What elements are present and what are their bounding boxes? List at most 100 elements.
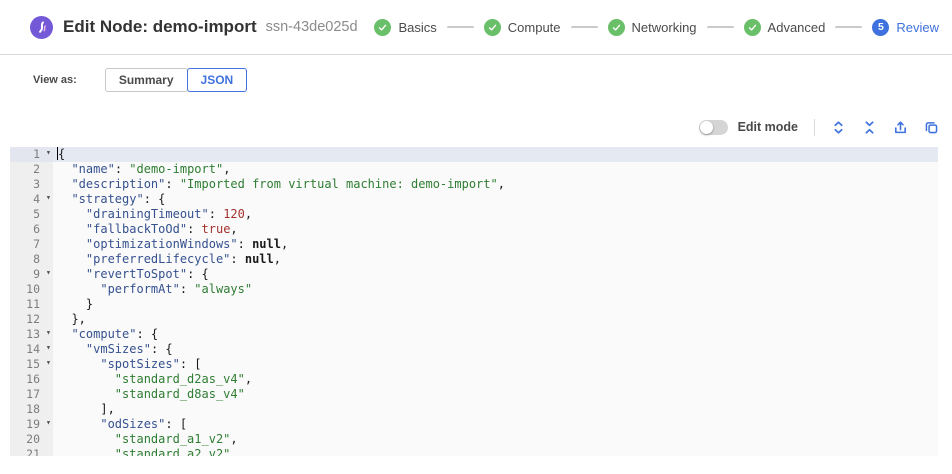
view-as-label: View as:	[33, 74, 77, 86]
code-line: 1▾{	[10, 147, 938, 162]
editor-toolbar: Edit mode	[0, 117, 952, 137]
code-line: 17 "standard_d8as_v4"	[10, 387, 938, 402]
line-number: 18	[10, 402, 53, 417]
expand-all-icon[interactable]	[830, 119, 846, 135]
code-content[interactable]: "optimizationWindows": null,	[53, 237, 938, 252]
code-content[interactable]: "revertToSpot": {	[53, 267, 938, 282]
step-review[interactable]: 5 Review	[872, 19, 939, 36]
code-line: 21 "standard_a2_v2"	[10, 447, 938, 456]
line-number: 6	[10, 222, 53, 237]
code-line: 7 "optimizationWindows": null,	[10, 237, 938, 252]
spot-logo-icon	[30, 16, 53, 39]
code-content[interactable]: "strategy": {	[53, 192, 938, 207]
step-label: Networking	[632, 20, 697, 35]
code-content[interactable]: "standard_a2_v2"	[53, 447, 938, 456]
step-basics[interactable]: Basics	[374, 19, 436, 36]
code-content[interactable]: "name": "demo-import",	[53, 162, 938, 177]
code-content[interactable]: "compute": {	[53, 327, 938, 342]
step-label: Advanced	[768, 20, 826, 35]
code-content[interactable]: "preferredLifecycle": null,	[53, 252, 938, 267]
toggle-knob	[700, 121, 713, 134]
fold-toggle-icon[interactable]: ▾	[46, 147, 51, 161]
fold-toggle-icon[interactable]: ▾	[46, 326, 51, 341]
line-number: 19▾	[10, 417, 53, 432]
step-connector	[571, 26, 598, 28]
line-number: 5	[10, 207, 53, 222]
code-content[interactable]: "odSizes": [	[53, 417, 938, 432]
code-content[interactable]: "description": "Imported from virtual ma…	[53, 177, 938, 192]
fold-toggle-icon[interactable]: ▾	[46, 341, 51, 356]
step-check-icon	[744, 19, 761, 36]
code-line: 15▾ "spotSizes": [	[10, 357, 938, 372]
view-as-json-button[interactable]: JSON	[187, 68, 248, 92]
line-number: 20	[10, 432, 53, 447]
code-content[interactable]: "fallbackToOd": true,	[53, 222, 938, 237]
toolbar-divider	[814, 119, 815, 136]
fold-toggle-icon[interactable]: ▾	[46, 416, 51, 431]
line-number: 1▾	[10, 147, 53, 162]
code-content[interactable]: "drainingTimeout": 120,	[53, 207, 938, 222]
step-number-badge: 5	[872, 19, 889, 36]
step-advanced[interactable]: Advanced	[744, 19, 826, 36]
code-line: 2 "name": "demo-import",	[10, 162, 938, 177]
line-number: 4▾	[10, 192, 53, 207]
step-networking[interactable]: Networking	[608, 19, 697, 36]
step-compute[interactable]: Compute	[484, 19, 561, 36]
step-connector	[835, 26, 862, 28]
line-number: 15▾	[10, 357, 53, 372]
code-line: 14▾ "vmSizes": {	[10, 342, 938, 357]
code-line: 9▾ "revertToSpot": {	[10, 267, 938, 282]
line-number: 9▾	[10, 267, 53, 282]
code-line: 10 "performAt": "always"	[10, 282, 938, 297]
code-content[interactable]: "performAt": "always"	[53, 282, 938, 297]
stepper: Basics Compute Networking Advanced 5 Review	[374, 19, 939, 36]
line-number: 10	[10, 282, 53, 297]
code-content[interactable]: "vmSizes": {	[53, 342, 938, 357]
code-line: 18 ],	[10, 402, 938, 417]
line-number: 8	[10, 252, 53, 267]
wizard-header: Edit Node: demo-import ssn-43de025d Basi…	[0, 0, 952, 55]
code-content[interactable]: {	[53, 147, 938, 162]
line-number: 2	[10, 162, 53, 177]
line-number: 3	[10, 177, 53, 192]
json-editor[interactable]: 1▾{2 "name": "demo-import",3 "descriptio…	[10, 147, 938, 456]
step-connector	[707, 26, 734, 28]
code-content[interactable]: "standard_d8as_v4"	[53, 387, 938, 402]
code-line: 19▾ "odSizes": [	[10, 417, 938, 432]
code-line: 13▾ "compute": {	[10, 327, 938, 342]
step-check-icon	[374, 19, 391, 36]
code-content[interactable]: }	[53, 297, 938, 312]
code-line: 16 "standard_d2as_v4",	[10, 372, 938, 387]
line-number: 7	[10, 237, 53, 252]
copy-icon[interactable]	[923, 119, 939, 135]
step-check-icon	[484, 19, 501, 36]
code-line: 3 "description": "Imported from virtual …	[10, 177, 938, 192]
line-number: 14▾	[10, 342, 53, 357]
code-content[interactable]: },	[53, 312, 938, 327]
view-as-summary-button[interactable]: Summary	[105, 68, 188, 92]
step-connector	[447, 26, 474, 28]
code-content[interactable]: "standard_a1_v2",	[53, 432, 938, 447]
step-label: Compute	[508, 20, 561, 35]
code-content[interactable]: "standard_d2as_v4",	[53, 372, 938, 387]
line-number: 13▾	[10, 327, 53, 342]
code-line: 20 "standard_a1_v2",	[10, 432, 938, 447]
step-label: Review	[896, 20, 939, 35]
line-number: 11	[10, 297, 53, 312]
fold-toggle-icon[interactable]: ▾	[46, 191, 51, 206]
line-number: 21	[10, 447, 53, 456]
export-icon[interactable]	[892, 119, 908, 135]
collapse-all-icon[interactable]	[861, 119, 877, 135]
code-line: 11 }	[10, 297, 938, 312]
step-label: Basics	[398, 20, 436, 35]
step-check-icon	[608, 19, 625, 36]
fold-toggle-icon[interactable]: ▾	[46, 356, 51, 371]
edit-mode-toggle[interactable]	[699, 120, 728, 135]
fold-toggle-icon[interactable]: ▾	[46, 266, 51, 281]
code-content[interactable]: "spotSizes": [	[53, 357, 938, 372]
view-as-bar: View as: SummaryJSON	[0, 55, 952, 91]
edit-mode-label: Edit mode	[738, 120, 798, 134]
code-content[interactable]: ],	[53, 402, 938, 417]
line-number: 17	[10, 387, 53, 402]
line-number: 16	[10, 372, 53, 387]
